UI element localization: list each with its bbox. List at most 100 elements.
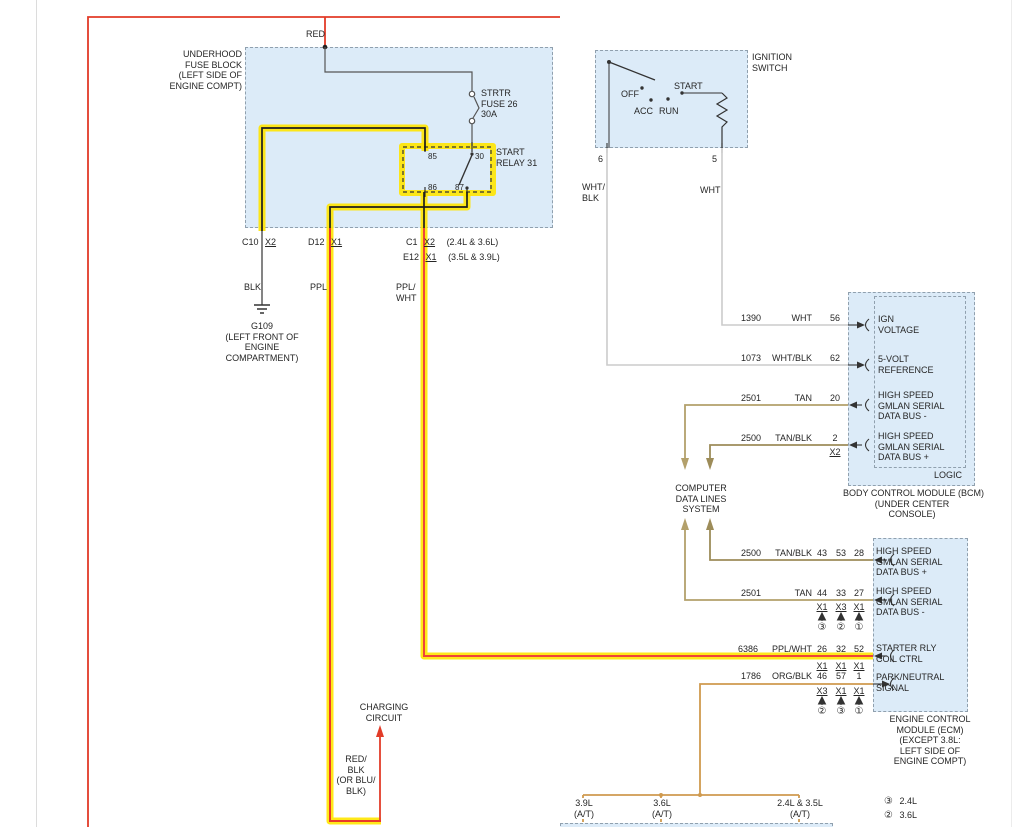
ecm-wirecolor-ppl-wht: PPL/WHT	[756, 644, 812, 655]
desc-line: GMLAN SERIAL	[878, 401, 945, 412]
group-line: 3.6L	[638, 798, 686, 809]
ecm-wirecolor-tan-blk: TAN/BLK	[756, 548, 812, 559]
bcm-caption: BODY CONTROL MODULE (BCM) (UNDER CENTER …	[843, 488, 981, 520]
relay-pin-30-label: 30	[475, 152, 484, 161]
connector-id: D12	[308, 237, 325, 247]
caption-line: CHARGING	[346, 702, 422, 713]
ground-caption: G109 (LEFT FRONT OF ENGINE COMPARTMENT)	[202, 321, 322, 363]
connector-id: C10	[242, 237, 259, 247]
wire-label-line: WHT/	[582, 182, 605, 193]
ignition-pos-start: START	[674, 81, 703, 92]
caption-line: FUSE BLOCK	[130, 60, 242, 71]
bcm-logic-label: LOGIC	[934, 470, 962, 481]
bcm-desc-ign-voltage: IGN VOLTAGE	[878, 314, 919, 335]
caption-line: SWITCH	[752, 63, 792, 74]
ecm-conn-ref: X1	[852, 686, 866, 697]
wire-label-line: RED/	[334, 754, 378, 765]
relay-pin-87-label: 87	[455, 183, 464, 192]
ecm-conn-ref: X3	[815, 686, 829, 697]
caption-line: IGNITION	[752, 52, 792, 63]
relay-pin-86-label: 86	[428, 183, 437, 192]
wire-label-line: (OR BLU/	[334, 775, 378, 786]
bcm-pin-2: 2	[828, 433, 842, 444]
caption-line: SYSTEM	[661, 504, 741, 515]
red-wire-label: RED	[306, 29, 325, 40]
caption-line: (LEFT FRONT OF	[202, 332, 322, 343]
wire-label-blk: BLK	[244, 282, 261, 293]
caption-line: ENGINE COMPT)	[130, 81, 242, 92]
relay-pin-85-label: 85	[428, 152, 437, 161]
variant-circle: ②	[815, 707, 829, 718]
ecm-conn-ref: X1	[852, 661, 866, 672]
caption-line: CIRCUIT	[346, 713, 422, 724]
bcm-desc-gmlan-minus: HIGH SPEED GMLAN SERIAL DATA BUS -	[878, 390, 945, 422]
ecm-pin: 53	[834, 548, 848, 559]
ecm-desc-starter-rly: STARTER RLY COIL CTRL	[876, 643, 937, 664]
bcm-desc-5v-ref: 5-VOLT REFERENCE	[878, 354, 934, 375]
bcm-desc-gmlan-plus: HIGH SPEED GMLAN SERIAL DATA BUS +	[878, 431, 945, 463]
ignition-pos-off: OFF	[621, 89, 639, 100]
desc-line: GMLAN SERIAL	[876, 597, 943, 608]
desc-line: REFERENCE	[878, 365, 934, 376]
legend-symbol: ②	[884, 810, 893, 821]
bcm-wirecolor-tan-blk: TAN/BLK	[758, 433, 812, 444]
caption-line: ENGINE	[202, 342, 322, 353]
ecm-wirecolor-org-blk: ORG/BLK	[756, 671, 812, 682]
battery-red-wire	[88, 17, 560, 827]
caption-line: MODULE (ECM)	[878, 725, 982, 736]
desc-line: PARK/NEUTRAL	[876, 672, 944, 683]
connector-c10: C10 X2	[242, 237, 276, 248]
ecm-caption: ENGINE CONTROL MODULE (ECM) (EXCEPT 3.8L…	[878, 714, 982, 767]
ecm-desc-gmlan-plus: HIGH SPEED GMLAN SERIAL DATA BUS +	[876, 546, 943, 578]
desc-line: GMLAN SERIAL	[876, 557, 943, 568]
group-line: (A/T)	[758, 809, 842, 820]
ecm-desc-park-neutral: PARK/NEUTRAL SIGNAL	[876, 672, 944, 693]
fuse-block-caption: UNDERHOOD FUSE BLOCK (LEFT SIDE OF ENGIN…	[130, 49, 242, 91]
ecm-conn-ref: X1	[834, 686, 848, 697]
ecm-pin: 44	[815, 588, 829, 599]
connector-d12: D12 X1	[308, 237, 342, 248]
connector-ref: X1	[331, 237, 342, 247]
desc-line: HIGH SPEED	[878, 431, 945, 442]
fuse-line: STRTR	[481, 88, 518, 99]
caption-line: CONSOLE)	[843, 509, 981, 520]
caption-line: BODY CONTROL MODULE (BCM)	[843, 488, 981, 499]
charging-circuit-caption: CHARGING CIRCUIT	[346, 702, 422, 723]
ecm-conn-ref: X3	[834, 602, 848, 613]
desc-line: HIGH SPEED	[876, 586, 943, 597]
caption-line: (LEFT SIDE OF	[130, 70, 242, 81]
start-relay-box	[403, 142, 491, 197]
caption-line: UNDERHOOD	[130, 49, 242, 60]
wire-label-red-blk: RED/ BLK (OR BLU/ BLK)	[334, 754, 378, 796]
connector-id: C1	[406, 237, 418, 247]
desc-line: COIL CTRL	[876, 654, 937, 665]
ignition-pin-5: 5	[712, 154, 717, 165]
bcm-wirecolor-wht-blk: WHT/BLK	[758, 353, 812, 364]
connector-ref: X1	[426, 252, 437, 262]
wire-label-line: BLK	[582, 193, 605, 204]
ignition-pin-6: 6	[598, 154, 603, 165]
bcm-wirecolor-wht: WHT	[758, 313, 812, 324]
connector-ref: X2	[424, 237, 435, 247]
caption-line: DATA LINES	[661, 494, 741, 505]
connector-note: (2.4L & 3.6L)	[447, 237, 499, 247]
desc-line: GMLAN SERIAL	[878, 442, 945, 453]
desc-line: STARTER RLY	[876, 643, 937, 654]
caption-line: G109	[202, 321, 322, 332]
ground-symbol	[254, 305, 270, 313]
bcm-wirecolor-tan: TAN	[758, 393, 812, 404]
wire-label-line: WHT	[396, 293, 417, 304]
connector-ref: X2	[265, 237, 276, 247]
desc-line: HIGH SPEED	[876, 546, 943, 557]
strtr-fuse-label: STRTR FUSE 26 30A	[481, 88, 518, 120]
group-line: 3.9L	[560, 798, 608, 809]
variant-circle: ②	[834, 623, 848, 634]
computer-data-lines-caption: COMPUTER DATA LINES SYSTEM	[661, 483, 741, 515]
wiring-diagram-page: RED UNDERHOOD FUSE BLOCK (LEFT SIDE OF E…	[0, 0, 1032, 827]
ecm-conn-ref: X1	[852, 602, 866, 613]
ecm-pin: 1	[852, 671, 866, 682]
connector-c1: C1 X2 (2.4L & 3.6L)	[406, 237, 498, 248]
ignition-switch-caption: IGNITION SWITCH	[752, 52, 792, 73]
relay-name-line: RELAY 31	[496, 158, 537, 169]
group-line: (A/T)	[638, 809, 686, 820]
